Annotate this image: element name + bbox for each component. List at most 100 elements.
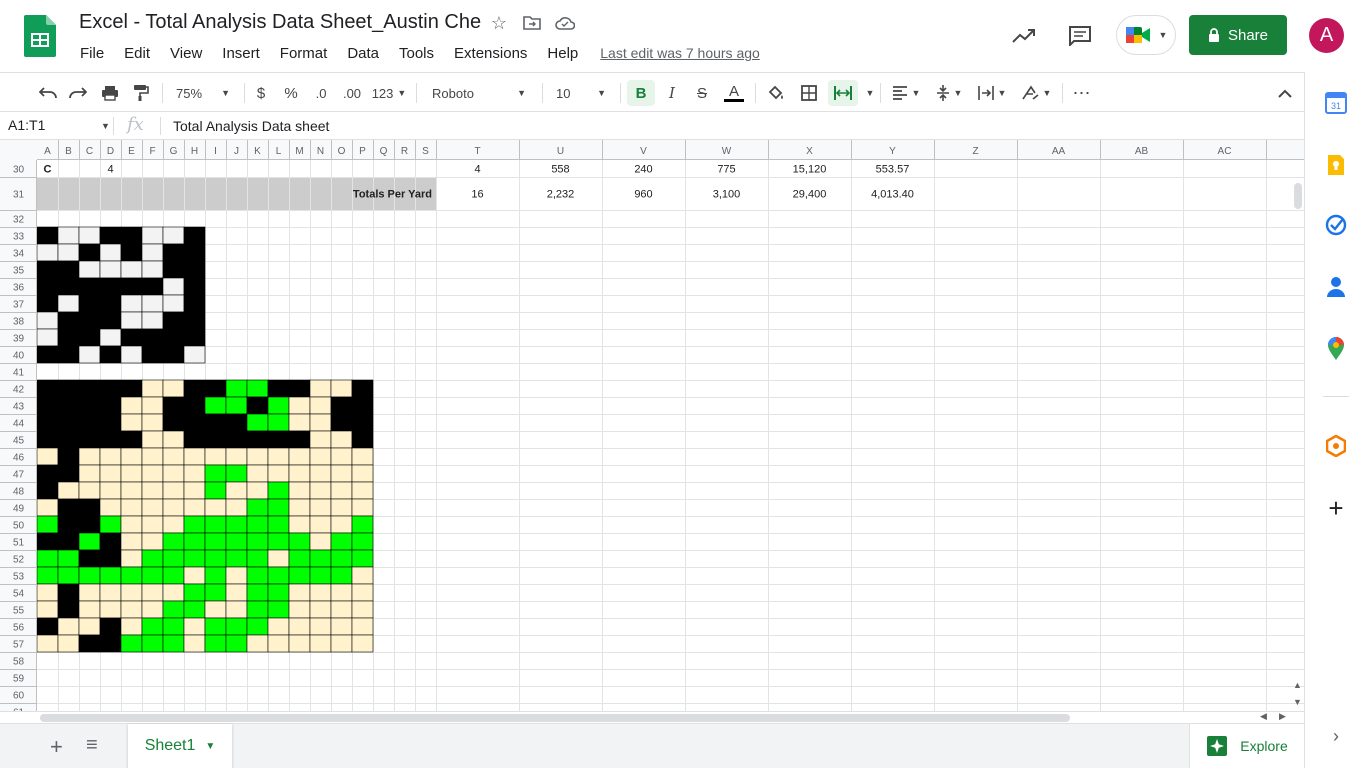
- cloud-saved-icon[interactable]: [553, 11, 577, 35]
- pattern-cell[interactable]: [288, 566, 311, 585]
- pattern-cell[interactable]: [78, 515, 101, 534]
- pattern-cell[interactable]: [78, 277, 101, 296]
- pattern-cell[interactable]: [99, 260, 122, 279]
- pattern-cell[interactable]: [78, 600, 101, 619]
- pattern-cell[interactable]: [57, 566, 80, 585]
- pattern-cell[interactable]: [183, 549, 206, 568]
- pattern-cell[interactable]: [183, 634, 206, 653]
- pattern-cell[interactable]: [309, 600, 332, 619]
- pattern-cell[interactable]: [246, 515, 269, 534]
- pattern-cell[interactable]: [267, 464, 290, 483]
- pattern-cell[interactable]: [183, 294, 206, 313]
- fill-color-icon[interactable]: [764, 80, 788, 106]
- menu-data[interactable]: Data: [337, 45, 389, 62]
- pattern-cell[interactable]: [141, 464, 164, 483]
- pattern-cell[interactable]: [57, 430, 80, 449]
- pattern-cell[interactable]: [141, 583, 164, 602]
- pattern-cell[interactable]: [183, 413, 206, 432]
- pattern-cell[interactable]: [330, 532, 353, 551]
- font-family-select[interactable]: Roboto ▼: [424, 80, 534, 106]
- pattern-cell[interactable]: [57, 396, 80, 415]
- pattern-cell[interactable]: [36, 260, 59, 279]
- pattern-cell[interactable]: [183, 243, 206, 262]
- pattern-cell[interactable]: [267, 634, 290, 653]
- add-sheet-icon[interactable]: +: [50, 734, 63, 760]
- merge-cells-icon[interactable]: [828, 80, 858, 106]
- pattern-cell[interactable]: [183, 515, 206, 534]
- pattern-cell[interactable]: [225, 532, 248, 551]
- pattern-cell[interactable]: [57, 328, 80, 347]
- pattern-cell[interactable]: [78, 583, 101, 602]
- pattern-cell[interactable]: [120, 583, 143, 602]
- pattern-cell[interactable]: [225, 447, 248, 466]
- name-box[interactable]: A1:T1: [8, 117, 45, 133]
- pattern-cell[interactable]: [351, 481, 374, 500]
- pattern-cell[interactable]: [162, 226, 185, 245]
- horizontal-scroll-thumb[interactable]: [40, 714, 1070, 722]
- pattern-cell[interactable]: [267, 566, 290, 585]
- pattern-cell[interactable]: [99, 600, 122, 619]
- pattern-cell[interactable]: [78, 617, 101, 636]
- pattern-cell[interactable]: [330, 566, 353, 585]
- pattern-cell[interactable]: [36, 430, 59, 449]
- pattern-cell[interactable]: [120, 260, 143, 279]
- pattern-cell[interactable]: [141, 532, 164, 551]
- pattern-cell[interactable]: [78, 226, 101, 245]
- redo-icon[interactable]: [66, 80, 90, 106]
- pattern-cell[interactable]: [99, 328, 122, 347]
- pattern-cell[interactable]: [141, 617, 164, 636]
- pattern-cell[interactable]: [183, 311, 206, 330]
- pattern-cell[interactable]: [162, 600, 185, 619]
- pattern-cell[interactable]: [141, 311, 164, 330]
- pattern-cell[interactable]: [162, 345, 185, 364]
- addon-icon[interactable]: [1324, 434, 1348, 458]
- pattern-cell[interactable]: [99, 481, 122, 500]
- pattern-cell[interactable]: [162, 532, 185, 551]
- pattern-cell[interactable]: [162, 617, 185, 636]
- pattern-cell[interactable]: [78, 566, 101, 585]
- pattern-cell[interactable]: [330, 549, 353, 568]
- pattern-cell[interactable]: [36, 396, 59, 415]
- menu-edit[interactable]: Edit: [114, 45, 160, 62]
- trending-icon[interactable]: [1008, 20, 1040, 52]
- pattern-cell[interactable]: [36, 600, 59, 619]
- pattern-cell[interactable]: [267, 498, 290, 517]
- tasks-icon[interactable]: [1324, 213, 1348, 237]
- pattern-cell[interactable]: [141, 243, 164, 262]
- pattern-cell[interactable]: [120, 226, 143, 245]
- menu-format[interactable]: Format: [270, 45, 338, 62]
- pattern-cell[interactable]: [36, 634, 59, 653]
- scroll-down-icon[interactable]: ▼: [1293, 697, 1302, 707]
- pattern-cell[interactable]: [120, 498, 143, 517]
- pattern-cell[interactable]: [141, 260, 164, 279]
- pattern-cell[interactable]: [351, 464, 374, 483]
- pattern-cell[interactable]: [99, 583, 122, 602]
- pattern-cell[interactable]: [309, 566, 332, 585]
- pattern-cell[interactable]: [57, 345, 80, 364]
- pattern-cell[interactable]: [204, 600, 227, 619]
- comments-icon[interactable]: [1064, 20, 1096, 52]
- pattern-cell[interactable]: [78, 311, 101, 330]
- pattern-cell[interactable]: [36, 243, 59, 262]
- pattern-cell[interactable]: [225, 481, 248, 500]
- pattern-cell[interactable]: [309, 447, 332, 466]
- pattern-cell[interactable]: [36, 328, 59, 347]
- text-wrapping-icon[interactable]: ▼: [974, 80, 1010, 106]
- share-button[interactable]: Share: [1189, 15, 1287, 55]
- pattern-cell[interactable]: [36, 277, 59, 296]
- pattern-cell[interactable]: [267, 413, 290, 432]
- pattern-cell[interactable]: [225, 634, 248, 653]
- pattern-cell[interactable]: [57, 532, 80, 551]
- pattern-cell[interactable]: [225, 515, 248, 534]
- pattern-cell[interactable]: [78, 447, 101, 466]
- currency-format-button[interactable]: $: [250, 80, 272, 106]
- pattern-cell[interactable]: [78, 396, 101, 415]
- pattern-cell[interactable]: [246, 447, 269, 466]
- pattern-cell[interactable]: [141, 345, 164, 364]
- pattern-cell[interactable]: [309, 430, 332, 449]
- pattern-cell[interactable]: [309, 634, 332, 653]
- scroll-up-icon[interactable]: ▲: [1293, 680, 1302, 690]
- pattern-cell[interactable]: [57, 583, 80, 602]
- pattern-cell[interactable]: [309, 413, 332, 432]
- pattern-cell[interactable]: [183, 481, 206, 500]
